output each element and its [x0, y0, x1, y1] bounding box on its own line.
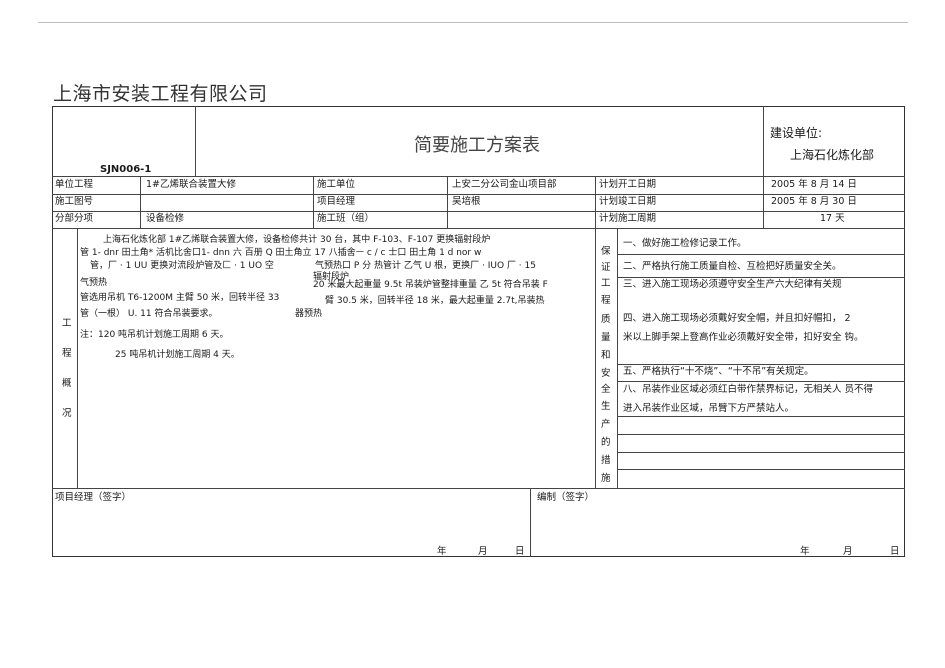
safety-label-char: 的	[601, 437, 611, 448]
header-divider	[763, 106, 764, 176]
date-day: 日	[890, 546, 900, 557]
col-line	[140, 176, 141, 228]
safety-label-char: 工	[601, 278, 611, 289]
overview-line: 气预热	[80, 278, 108, 288]
overview-line: 25 吨吊机计划施工周期 4 天。	[115, 350, 240, 360]
overview-overlay: 气预热口 P 分 热管计 乙气 U 根，更换厂 · IUO 厂 · 15	[315, 261, 536, 271]
overview-line: 管，厂 · 1 UU 更换对流段炉管及匚 · 1 UO 空	[90, 261, 274, 271]
overview-label-char: 概	[62, 378, 72, 389]
row-line	[52, 228, 905, 229]
info-label: 施工班（组）	[317, 213, 375, 224]
date-year: 年	[437, 546, 447, 557]
info-label: 计划竣工日期	[599, 196, 657, 207]
info-value: 上安二分公司金山项目部	[452, 179, 557, 190]
row-line	[52, 176, 905, 177]
date-day: 日	[515, 546, 525, 557]
info-value: 2005 年 8 月 14 日	[771, 179, 857, 190]
company-name: 上海市安装工程有限公司	[53, 83, 268, 105]
info-label: 单位工程	[55, 179, 94, 190]
measure-item: 五、严格执行“十不烧”、“十不吊”有关规定。	[623, 366, 814, 377]
overview-line: 管（一根） U. 11 符合吊装要求。	[80, 309, 218, 319]
safety-label-char: 施	[601, 473, 611, 484]
info-label: 计划开工日期	[599, 179, 657, 190]
overview-line: 上海石化炼化部 1#乙烯联合装置大修，设备检修共计 30 台，其中 F-103、…	[103, 235, 491, 245]
measure-item: 四、进入施工现场必须戴好安全帽，并且扣好帽扣， 2	[623, 313, 851, 324]
form-code: SJN006-1	[100, 164, 152, 175]
overview-label-char: 程	[62, 348, 72, 359]
footer-divider	[530, 488, 531, 557]
safety-label-char: 证	[601, 262, 611, 273]
measure-line	[617, 452, 905, 453]
row-line	[52, 488, 905, 489]
date-month: 月	[478, 546, 488, 557]
info-value: 1#乙烯联合装置大修	[146, 179, 237, 190]
col-line	[617, 228, 618, 488]
col-line	[77, 228, 78, 488]
header-divider	[195, 106, 196, 176]
safety-label-char: 质	[601, 314, 611, 325]
measure-line	[617, 416, 905, 417]
safety-label-char: 安	[601, 368, 611, 379]
overview-overlay: 20 米最大起重量 9.5t 吊装炉管整排重量 乙 5t 符合吊装 F	[313, 280, 548, 290]
measure-item: 八、吊装作业区域必须红白带作禁界标记，无相关人 员不得	[623, 384, 874, 395]
overview-line: 管选用吊机 T6-1200M 主臂 50 米，回转半径 33	[80, 293, 280, 303]
date-month: 月	[843, 546, 853, 557]
col-line	[447, 176, 448, 228]
info-label: 计划施工周期	[599, 213, 657, 224]
safety-label-char: 和	[601, 350, 611, 361]
overview-line: 管 1- dnr 田土角* 活机比舍口1- dnn 六 百册 Q 田土角立 17…	[80, 248, 482, 258]
measure-line	[617, 254, 905, 255]
measure-line	[617, 434, 905, 435]
safety-label-char: 量	[601, 332, 611, 343]
measure-item: 一、做好施工检修记录工作。	[623, 238, 747, 249]
measure-line	[617, 277, 905, 278]
measure-line	[617, 469, 905, 470]
measure-line	[617, 364, 905, 365]
overview-label-char: 工	[62, 318, 72, 329]
safety-label-char: 保	[601, 246, 611, 257]
info-label: 施工图号	[55, 196, 94, 207]
builder-label: 建设单位:	[770, 126, 823, 140]
row-line	[52, 194, 905, 195]
overview-label-char: 况	[62, 408, 72, 419]
col-line	[595, 176, 596, 488]
measure-item: 进入吊装作业区域，吊臂下方严禁站人。	[623, 403, 795, 414]
overview-line: 器预热	[295, 309, 323, 319]
measure-item: 二、严格执行施工质量自检、互检把好质量安全关。	[623, 261, 842, 272]
info-value: 17 天	[820, 213, 845, 224]
info-value: 2005 年 8 月 30 日	[771, 196, 857, 207]
info-label: 分部分项	[55, 213, 94, 224]
info-label: 施工单位	[317, 179, 356, 190]
top-divider	[38, 22, 908, 23]
overview-line: 注：120 吨吊机计划施工周期 6 天。	[80, 330, 229, 340]
form-title: 简要施工方案表	[414, 135, 540, 156]
compiler-signature-label: 编制（签字）	[537, 492, 595, 503]
row-line	[52, 211, 905, 212]
col-line	[763, 176, 764, 228]
safety-label-char: 产	[601, 419, 611, 430]
measure-item: 三、进入施工现场必须遵守安全生产六大纪律有关规	[623, 279, 842, 290]
info-value: 设备检修	[146, 213, 185, 224]
safety-label-char: 全	[601, 384, 611, 395]
col-line	[313, 176, 314, 228]
builder-value: 上海石化炼化部	[790, 148, 875, 162]
measure-item: 米以上脚手架上登高作业必须戴好安全带，扣好安全 钩。	[623, 332, 864, 343]
safety-label-char: 生	[601, 401, 611, 412]
date-year: 年	[800, 546, 810, 557]
safety-label-char: 措	[601, 455, 611, 466]
overview-overlay: 臂 30.5 米，回转半径 18 米，最大起重量 2.7t,吊装热	[325, 296, 545, 306]
safety-label-char: 程	[601, 295, 611, 306]
info-label: 项目经理	[317, 196, 356, 207]
measure-line	[617, 381, 905, 382]
manager-signature-label: 项目经理（签字）	[55, 492, 132, 503]
info-value: 吴培根	[452, 196, 481, 207]
